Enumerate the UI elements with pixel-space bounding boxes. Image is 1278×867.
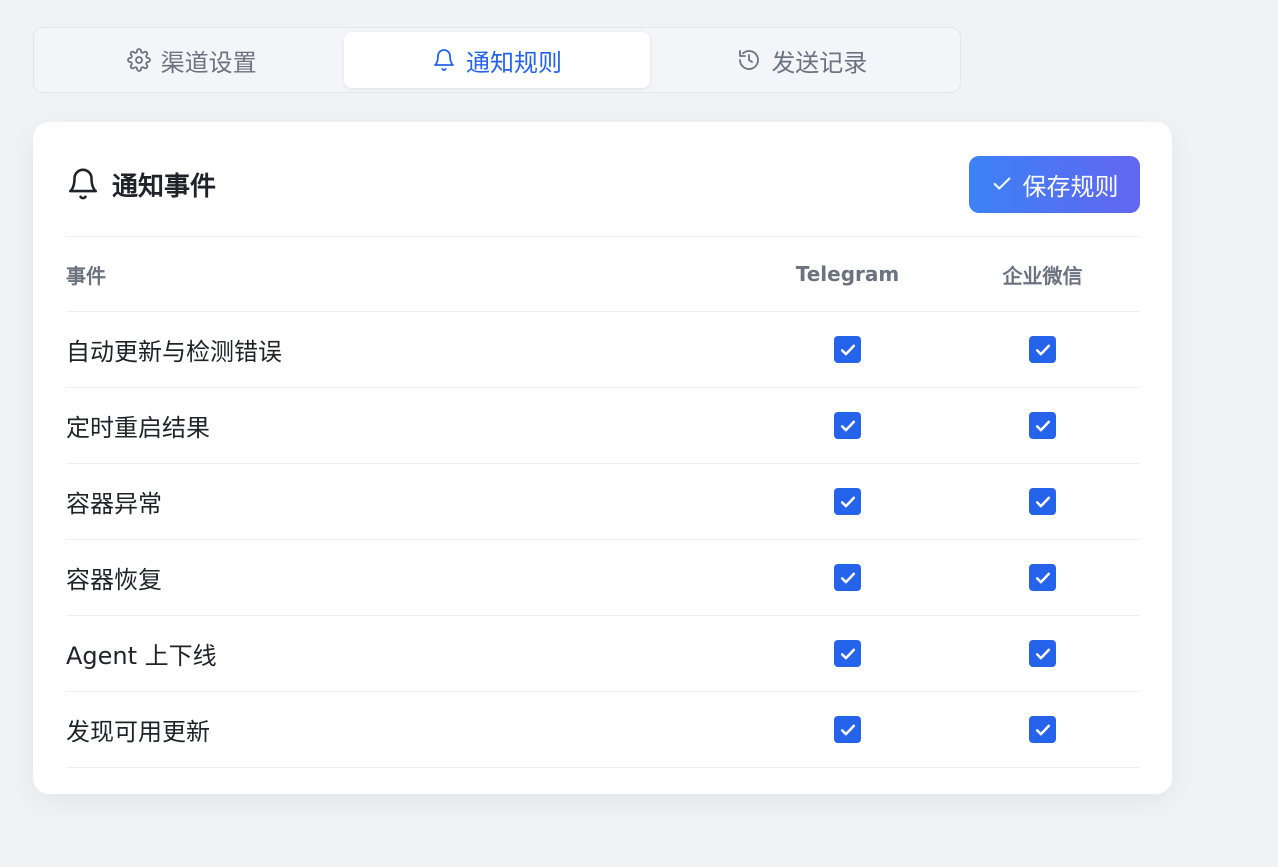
tab-send-history[interactable]: 发送记录 (650, 32, 955, 88)
telegram-checkbox[interactable] (834, 564, 861, 591)
check-icon (1035, 724, 1050, 735)
telegram-cell (750, 564, 945, 591)
check-icon (840, 648, 855, 659)
wecom-checkbox[interactable] (1029, 716, 1056, 743)
tab-label: 通知规则 (465, 48, 562, 77)
check-icon (1035, 420, 1050, 431)
table-row: Agent 上下线 (66, 616, 1140, 692)
event-name: 容器异常 (66, 490, 162, 518)
notification-events-card: 通知事件 保存规则 事件 Telegram 企业微信 自动更新与检测错误 定时重启… (33, 122, 1172, 794)
header-event: 事件 (66, 263, 106, 288)
check-icon (840, 420, 855, 431)
header-telegram: Telegram (795, 262, 900, 286)
events-table: 事件 Telegram 企业微信 自动更新与检测错误 定时重启结果 容器异常容器恢复… (66, 236, 1140, 768)
table-row: 自动更新与检测错误 (66, 312, 1140, 388)
table-row: 容器异常 (66, 464, 1140, 540)
tab-notification-rules[interactable]: 通知规则 (344, 32, 650, 88)
check-icon (840, 496, 855, 507)
table-row: 容器恢复 (66, 540, 1140, 616)
telegram-cell (750, 412, 945, 439)
check-icon (993, 177, 1010, 190)
bell-icon (434, 49, 454, 71)
event-name: Agent 上下线 (66, 642, 217, 670)
bell-icon (68, 168, 98, 200)
wecom-checkbox[interactable] (1029, 488, 1056, 515)
save-rules-button[interactable]: 保存规则 (969, 155, 1140, 213)
card-title: 通知事件 (66, 166, 216, 203)
wecom-checkbox[interactable] (1029, 412, 1056, 439)
card-header: 通知事件 保存规则 (66, 155, 1140, 213)
wecom-cell (945, 488, 1140, 515)
check-icon (1035, 648, 1050, 659)
tab-label: 渠道设置 (160, 48, 257, 77)
telegram-cell (750, 640, 945, 667)
history-icon (739, 50, 760, 70)
wecom-cell (945, 640, 1140, 667)
tab-label: 发送记录 (771, 48, 868, 77)
header-wecom: 企业微信 (1002, 263, 1083, 288)
table-row: 发现可用更新 (66, 692, 1140, 768)
event-name: 发现可用更新 (66, 718, 210, 746)
event-name: 自动更新与检测错误 (66, 338, 282, 366)
gear-icon (126, 48, 151, 72)
telegram-cell (750, 336, 945, 363)
check-icon (1035, 572, 1050, 583)
telegram-checkbox[interactable] (834, 488, 861, 515)
wecom-checkbox[interactable] (1029, 640, 1056, 667)
card-title-text: 通知事件 (112, 171, 217, 202)
tab-channel-settings[interactable]: 渠道设置 (39, 32, 344, 88)
table-row: 定时重启结果 (66, 388, 1140, 464)
telegram-checkbox[interactable] (834, 640, 861, 667)
check-icon (840, 344, 855, 355)
event-name: 定时重启结果 (66, 414, 210, 442)
telegram-checkbox[interactable] (834, 336, 861, 363)
event-name: 容器恢复 (66, 566, 162, 594)
wecom-cell (945, 412, 1140, 439)
table-header-row: 事件 Telegram 企业微信 (66, 237, 1140, 312)
wecom-checkbox[interactable] (1029, 336, 1056, 363)
wecom-checkbox[interactable] (1029, 564, 1056, 591)
wecom-cell (945, 716, 1140, 743)
save-button-label: 保存规则 (1022, 172, 1119, 201)
telegram-checkbox[interactable] (834, 716, 861, 743)
telegram-cell (750, 488, 945, 515)
telegram-cell (750, 716, 945, 743)
check-icon (840, 724, 855, 735)
check-icon (840, 572, 855, 583)
wecom-cell (945, 564, 1140, 591)
wecom-cell (945, 336, 1140, 363)
check-icon (1035, 496, 1050, 507)
tab-bar: 渠道设置 通知规则 发送记录 (33, 27, 961, 93)
check-icon (1035, 344, 1050, 355)
telegram-checkbox[interactable] (834, 412, 861, 439)
